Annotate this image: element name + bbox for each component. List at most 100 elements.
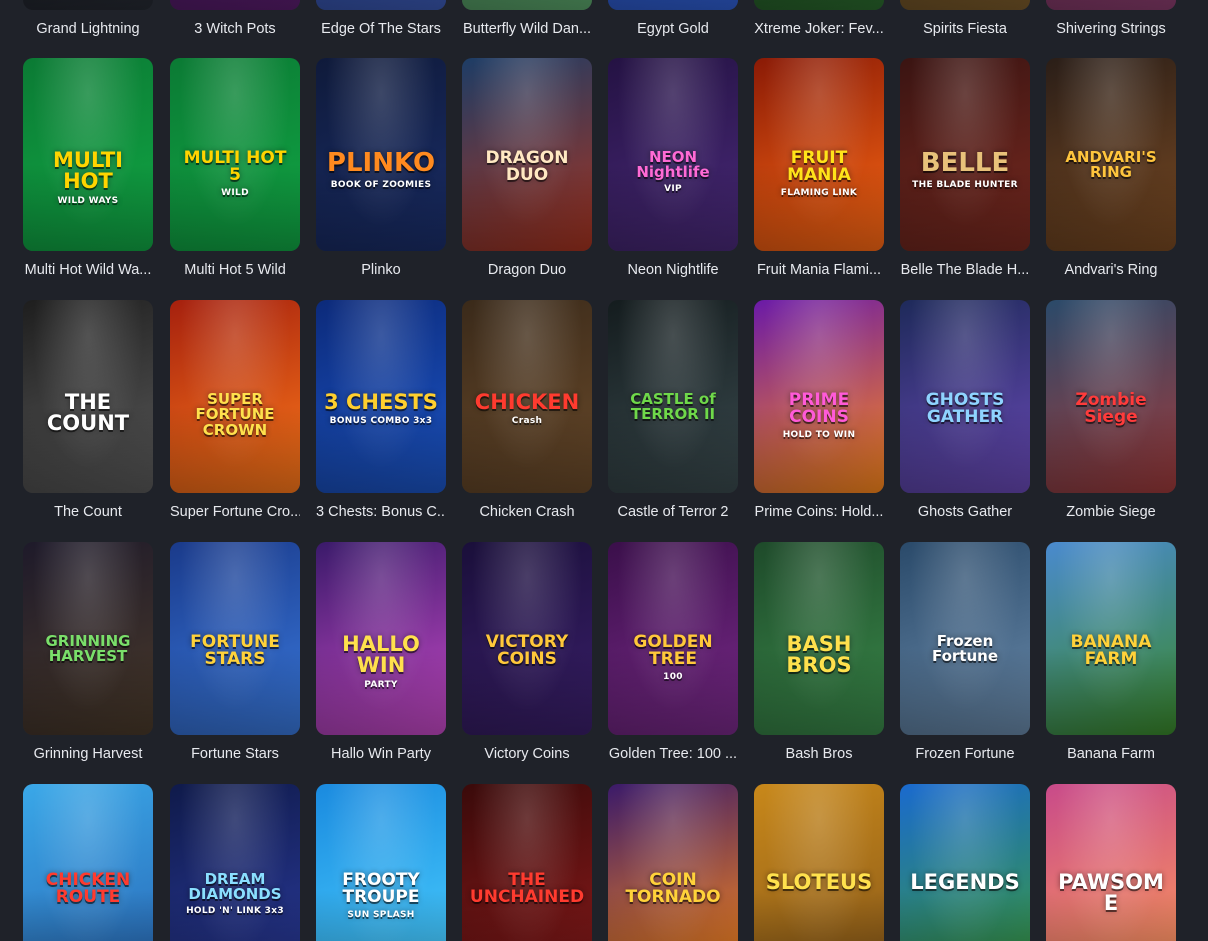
game-thumbnail[interactable]: GOLDEN TREE 100 xyxy=(608,542,738,735)
game-thumbnail[interactable] xyxy=(754,0,884,10)
game-title[interactable]: Dragon Duo xyxy=(462,260,592,280)
game-tile-multi-hot-5-wild[interactable]: MULTI HOT 5 WILD Multi Hot 5 Wild xyxy=(170,58,300,280)
game-tile-victory-coins[interactable]: VICTORY COINS Victory Coins xyxy=(462,542,592,764)
game-title[interactable]: Prime Coins: Hold... xyxy=(754,502,884,522)
game-tile-golden-tree-100[interactable]: GOLDEN TREE 100 Golden Tree: 100 ... xyxy=(608,542,738,764)
game-thumbnail[interactable] xyxy=(900,0,1030,10)
game-thumbnail[interactable]: GRINNING HARVEST xyxy=(23,542,153,735)
game-tile-frooty-troupe[interactable]: FROOTY TROUPE SUN SPLASH xyxy=(316,784,446,941)
game-title[interactable]: Butterfly Wild Dan... xyxy=(462,19,592,39)
game-tile-hallo-win-party[interactable]: HALLO WIN PARTY Hallo Win Party xyxy=(316,542,446,764)
game-tile-chicken-crash[interactable]: CHICKEN Crash Chicken Crash xyxy=(462,300,592,522)
game-title[interactable]: Multi Hot 5 Wild xyxy=(170,260,300,280)
game-title[interactable]: Frozen Fortune xyxy=(900,744,1030,764)
game-title[interactable]: Golden Tree: 100 ... xyxy=(608,744,738,764)
game-tile-spirits-fiesta[interactable]: Spirits Fiesta xyxy=(900,0,1030,39)
game-thumbnail[interactable]: DREAM DIAMONDS HOLD 'N' LINK 3x3 xyxy=(170,784,300,941)
game-thumbnail[interactable]: SUPER FORTUNE CROWN xyxy=(170,300,300,493)
game-title[interactable]: Xtreme Joker: Fev... xyxy=(754,19,884,39)
game-tile-zombie-siege[interactable]: Zombie Siege Zombie Siege xyxy=(1046,300,1176,522)
game-title[interactable]: 3 Witch Pots xyxy=(170,19,300,39)
game-tile-legends[interactable]: LEGENDS xyxy=(900,784,1030,941)
game-thumbnail[interactable]: FRUIT MANIA FLAMING LINK xyxy=(754,58,884,251)
game-thumbnail[interactable] xyxy=(1046,0,1176,10)
game-tile-grand-lightning[interactable]: Grand Lightning xyxy=(23,0,153,39)
game-tile-frozen-fortune[interactable]: Frozen Fortune Frozen Fortune xyxy=(900,542,1030,764)
game-title[interactable]: Ghosts Gather xyxy=(900,502,1030,522)
game-title[interactable]: Banana Farm xyxy=(1046,744,1176,764)
game-thumbnail[interactable]: THE UNCHAINED xyxy=(462,784,592,941)
game-thumbnail[interactable]: CHICKEN ROUTE xyxy=(23,784,153,941)
game-thumbnail[interactable]: MULTI HOT 5 WILD xyxy=(170,58,300,251)
game-thumbnail[interactable]: MULTI HOT WILD WAYS xyxy=(23,58,153,251)
game-title[interactable]: Bash Bros xyxy=(754,744,884,764)
game-tile-the-count[interactable]: THE COUNT The Count xyxy=(23,300,153,522)
game-thumbnail[interactable] xyxy=(316,0,446,10)
game-tile-super-fortune-cro[interactable]: SUPER FORTUNE CROWN Super Fortune Cro... xyxy=(170,300,300,522)
game-thumbnail[interactable]: Frozen Fortune xyxy=(900,542,1030,735)
game-tile-egypt-gold[interactable]: Egypt Gold xyxy=(608,0,738,39)
game-tile-prime-coins-hold[interactable]: PRIME COINS HOLD TO WIN Prime Coins: Hold.… xyxy=(754,300,884,522)
game-tile-chicken-route[interactable]: CHICKEN ROUTE xyxy=(23,784,153,941)
game-thumbnail[interactable]: SLOTEUS xyxy=(754,784,884,941)
game-thumbnail[interactable] xyxy=(608,0,738,10)
game-title[interactable]: Plinko xyxy=(316,260,446,280)
game-tile-the-unchained[interactable]: THE UNCHAINED xyxy=(462,784,592,941)
game-title[interactable]: Multi Hot Wild Wa... xyxy=(23,260,153,280)
game-thumbnail[interactable]: FORTUNE STARS xyxy=(170,542,300,735)
game-title[interactable]: Spirits Fiesta xyxy=(900,19,1030,39)
game-tile-edge-of-the-stars[interactable]: Edge Of The Stars xyxy=(316,0,446,39)
game-thumbnail[interactable]: FROOTY TROUPE SUN SPLASH xyxy=(316,784,446,941)
game-thumbnail[interactable]: LEGENDS xyxy=(900,784,1030,941)
game-title[interactable]: Andvari's Ring xyxy=(1046,260,1176,280)
game-tile-ghosts-gather[interactable]: GHOSTS GATHER Ghosts Gather xyxy=(900,300,1030,522)
game-thumbnail[interactable]: NEON Nightlife VIP xyxy=(608,58,738,251)
game-title[interactable]: Edge Of The Stars xyxy=(316,19,446,39)
game-thumbnail[interactable] xyxy=(462,0,592,10)
game-thumbnail[interactable]: PLINKO BOOK OF ZOOMIES xyxy=(316,58,446,251)
game-thumbnail[interactable] xyxy=(23,0,153,10)
game-tile-dream-diamonds[interactable]: DREAM DIAMONDS HOLD 'N' LINK 3x3 xyxy=(170,784,300,941)
game-tile-fortune-stars[interactable]: FORTUNE STARS Fortune Stars xyxy=(170,542,300,764)
game-tile-fruit-mania-flami[interactable]: FRUIT MANIA FLAMING LINK Fruit Mania Flami… xyxy=(754,58,884,280)
game-title[interactable]: Victory Coins xyxy=(462,744,592,764)
game-tile-3-witch-pots[interactable]: 3 Witch Pots xyxy=(170,0,300,39)
game-thumbnail[interactable]: BASH BROS xyxy=(754,542,884,735)
game-tile-coin-tornado[interactable]: COIN TORNADO xyxy=(608,784,738,941)
game-tile-shivering-strings[interactable]: Shivering Strings xyxy=(1046,0,1176,39)
game-title[interactable]: Zombie Siege xyxy=(1046,502,1176,522)
game-thumbnail[interactable]: CHICKEN Crash xyxy=(462,300,592,493)
game-thumbnail[interactable]: THE COUNT xyxy=(23,300,153,493)
game-title[interactable]: Belle The Blade H... xyxy=(900,260,1030,280)
game-tile-castle-of-terror-2[interactable]: CASTLE of TERROR II Castle of Terror 2 xyxy=(608,300,738,522)
game-title[interactable]: Grinning Harvest xyxy=(23,744,153,764)
game-thumbnail[interactable]: CASTLE of TERROR II xyxy=(608,300,738,493)
game-tile-banana-farm[interactable]: BANANA FARM Banana Farm xyxy=(1046,542,1176,764)
game-title[interactable]: Hallo Win Party xyxy=(316,744,446,764)
game-thumbnail[interactable]: GHOSTS GATHER xyxy=(900,300,1030,493)
game-tile-butterfly-wild-dan[interactable]: Butterfly Wild Dan... xyxy=(462,0,592,39)
game-title[interactable]: Fortune Stars xyxy=(170,744,300,764)
game-title[interactable]: 3 Chests: Bonus C... xyxy=(316,502,446,522)
game-title[interactable]: Super Fortune Cro... xyxy=(170,502,300,522)
game-thumbnail[interactable]: Zombie Siege xyxy=(1046,300,1176,493)
game-thumbnail[interactable]: COIN TORNADO xyxy=(608,784,738,941)
game-thumbnail[interactable]: DRAGON DUO xyxy=(462,58,592,251)
game-title[interactable]: Egypt Gold xyxy=(608,19,738,39)
game-title[interactable]: Castle of Terror 2 xyxy=(608,502,738,522)
game-tile-sloteus[interactable]: SLOTEUS xyxy=(754,784,884,941)
game-thumbnail[interactable]: PRIME COINS HOLD TO WIN xyxy=(754,300,884,493)
game-title[interactable]: Grand Lightning xyxy=(23,19,153,39)
game-tile-bash-bros[interactable]: BASH BROS Bash Bros xyxy=(754,542,884,764)
game-thumbnail[interactable]: HALLO WIN PARTY xyxy=(316,542,446,735)
game-title[interactable]: Shivering Strings xyxy=(1046,19,1176,39)
game-thumbnail[interactable] xyxy=(170,0,300,10)
game-tile-3-chests-bonus-c[interactable]: 3 CHESTS BONUS COMBO 3x3 3 Chests: Bonus C… xyxy=(316,300,446,522)
game-tile-dragon-duo[interactable]: DRAGON DUO Dragon Duo xyxy=(462,58,592,280)
game-thumbnail[interactable]: ANDVARI'S RING xyxy=(1046,58,1176,251)
game-title[interactable]: Fruit Mania Flami... xyxy=(754,260,884,280)
game-tile-andvari-s-ring[interactable]: ANDVARI'S RING Andvari's Ring xyxy=(1046,58,1176,280)
game-tile-plinko[interactable]: PLINKO BOOK OF ZOOMIES Plinko xyxy=(316,58,446,280)
game-title[interactable]: The Count xyxy=(23,502,153,522)
game-thumbnail[interactable]: PAWSOME xyxy=(1046,784,1176,941)
